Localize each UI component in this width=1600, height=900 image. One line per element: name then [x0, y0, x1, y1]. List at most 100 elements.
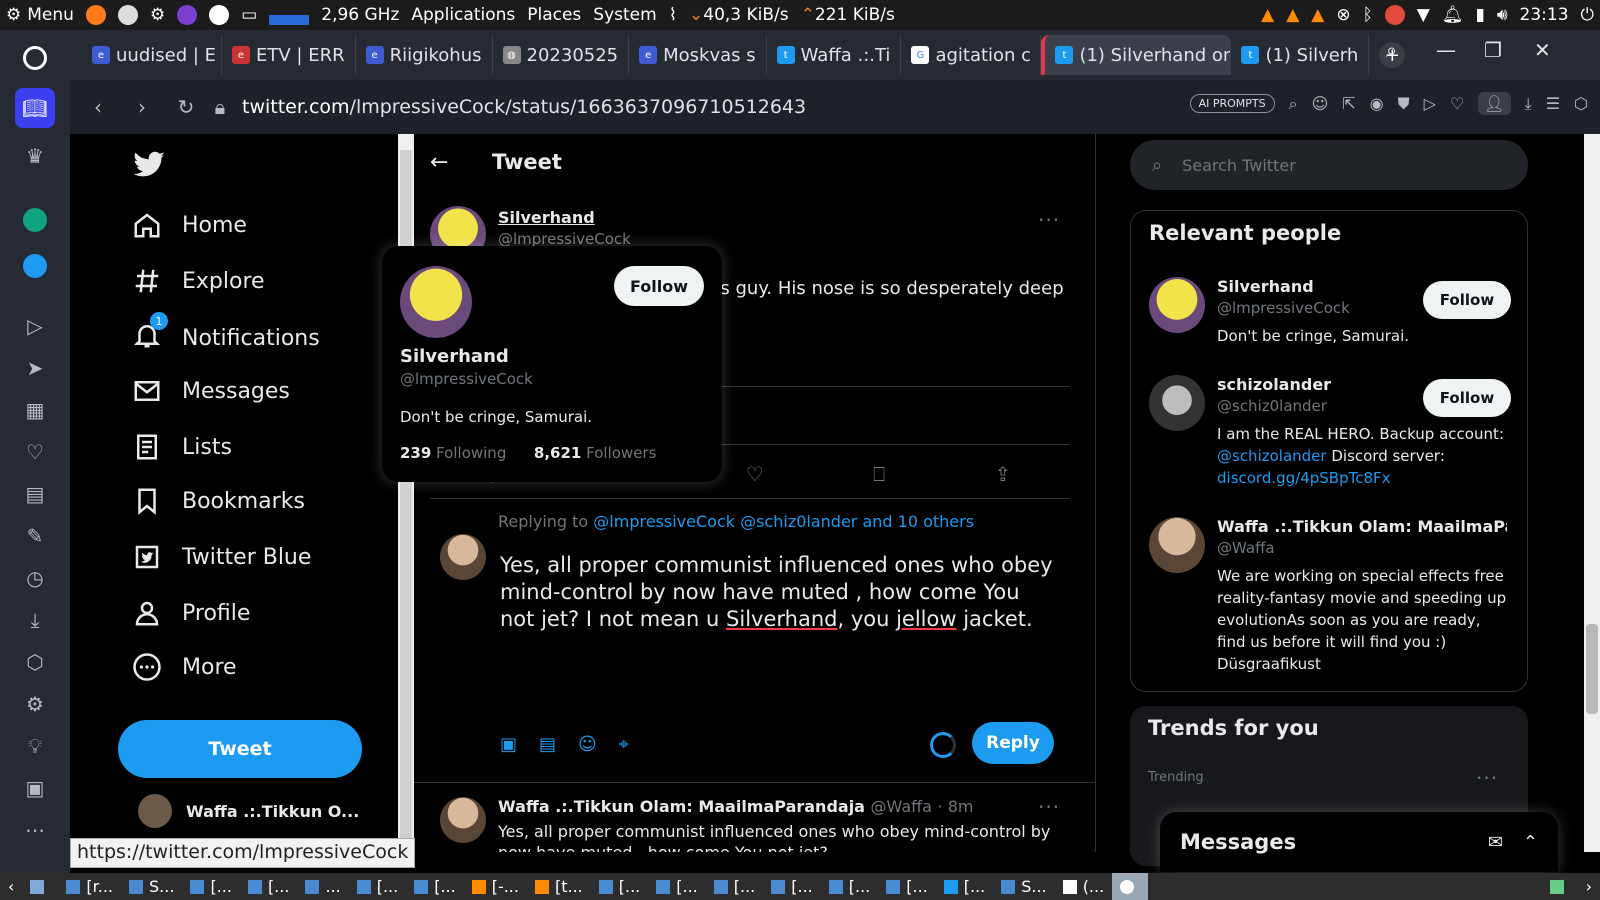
wifi-tray-icon[interactable]: ▼ [1411, 5, 1436, 25]
ai-prompts-button[interactable]: AI PROMPTS [1189, 94, 1275, 113]
vlc-icon-3[interactable]: ▲ [1305, 5, 1330, 25]
follow-button[interactable]: Follow [1423, 281, 1511, 319]
author-name[interactable]: Silverhand [498, 208, 595, 227]
taskbar-item[interactable]: [... [821, 877, 879, 896]
hovercard-avatar[interactable] [400, 266, 472, 338]
downloads-icon[interactable]: ⤓ [1525, 94, 1532, 114]
next-tweet-name[interactable]: Waffa .:.Tikkun Olam: MaailmaParandaja [498, 797, 865, 816]
download-icon[interactable]: ⤓ [15, 600, 55, 640]
tab-etv[interactable]: e ETV | ERR [222, 35, 356, 75]
hovercard-handle[interactable]: @lmpressiveCock [400, 370, 533, 388]
image-icon[interactable]: ▣ [500, 734, 517, 755]
nav-profile[interactable]: Profile [132, 598, 250, 628]
tab-silverhand-active[interactable]: t (1) Silverhand on [1041, 35, 1232, 75]
back-button[interactable]: ‹ [76, 95, 120, 119]
inkscape-launcher-icon[interactable] [112, 5, 144, 25]
person-card[interactable]: Waffa .:.Tikkun Olam: MaailmaPar... @Waf… [1149, 517, 1511, 677]
taskbar-tray-icon[interactable] [1542, 879, 1578, 894]
twitter-sidebar-icon[interactable] [15, 246, 55, 286]
opera-logo-icon[interactable] [15, 38, 55, 78]
vlc-icon-2[interactable]: ▲ [1280, 5, 1305, 25]
profile-icon[interactable]: 👤︎ [1478, 92, 1511, 115]
url-field[interactable]: twitter.com/lmpressiveCock/status/166363… [242, 96, 806, 118]
followers-link[interactable]: 8,621 Followers [534, 444, 657, 462]
scrollbar-thumb[interactable] [1586, 624, 1598, 714]
send-icon[interactable]: ➤ [15, 348, 55, 388]
tab-waffa[interactable]: t Waffa .:.Ti [767, 35, 902, 75]
camera-icon[interactable]: ◉ [1370, 94, 1384, 113]
taskbar-item[interactable]: S... [121, 877, 182, 896]
twitter-logo-icon[interactable] [132, 148, 166, 182]
tab-20230525[interactable]: ◍ 20230525 [493, 35, 630, 75]
taskbar-scroll-left[interactable]: ‹ [0, 877, 22, 896]
tweet-more-icon[interactable]: ··· [1038, 795, 1060, 819]
hovercard-name[interactable]: Silverhand [400, 346, 509, 367]
nav-explore[interactable]: Explore [132, 266, 265, 296]
tor-launcher-icon[interactable] [171, 5, 203, 25]
follow-button[interactable]: Follow [1423, 379, 1511, 417]
location-icon[interactable]: ⌖ [619, 734, 629, 755]
expand-chevron-icon[interactable]: ⌃ [1523, 832, 1538, 853]
column-scrollbar[interactable] [398, 134, 414, 852]
reply-textarea[interactable]: Yes, all proper communist influenced one… [500, 552, 1060, 633]
taskbar-item[interactable]: [... [706, 877, 764, 896]
next-tweet[interactable]: Waffa .:.Tikkun Olam: MaailmaParandaja @… [414, 782, 1095, 852]
like-icon[interactable]: ♡ [746, 462, 764, 486]
bluetooth-icon[interactable]: ᛒ [1357, 5, 1379, 25]
compose-tweet-button[interactable]: Tweet [118, 720, 362, 778]
edit-icon[interactable]: ✎ [15, 516, 55, 556]
volume-icon[interactable]: 🔊︎ [1491, 5, 1514, 25]
reply-button[interactable]: Reply [972, 722, 1054, 764]
share-icon[interactable]: ⇪ [994, 462, 1011, 486]
avatar[interactable] [1149, 517, 1205, 573]
taskbar-item-active[interactable] [1112, 873, 1149, 900]
cube-icon[interactable]: ⬡ [1574, 94, 1588, 113]
avatar[interactable] [440, 797, 486, 843]
taskbar-item[interactable]: [... [349, 877, 407, 896]
settings-icon[interactable]: ⚙ [15, 684, 55, 724]
taskbar-item[interactable]: [... [763, 877, 821, 896]
tab-riigikohus[interactable]: e Riigikohus [356, 35, 493, 75]
trend-more-icon[interactable]: ··· [1476, 766, 1498, 790]
power-icon[interactable]: ⏻ [1575, 5, 1600, 25]
system-menu[interactable]: System [587, 5, 662, 25]
taskbar-item[interactable]: ... [297, 877, 348, 896]
hovercard-follow-button[interactable]: Follow [614, 266, 704, 306]
tray-icon[interactable]: ⊗ [1330, 5, 1356, 25]
taskbar-item[interactable]: [... [406, 877, 464, 896]
taskbar-scroll-right[interactable]: › [1578, 877, 1600, 896]
back-arrow-icon[interactable]: ← [430, 150, 470, 175]
gif-icon[interactable]: ▤ [539, 734, 556, 755]
chatgpt-icon[interactable] [15, 200, 55, 240]
tab-moskvas[interactable]: e Moskvas s [629, 35, 767, 75]
easy-setup-icon[interactable]: ☰ [1546, 94, 1560, 113]
taskbar-item[interactable]: [... [936, 877, 994, 896]
settings-launcher-icon[interactable]: ⚙ [144, 5, 171, 25]
next-tweet-handle[interactable]: @Waffa [871, 797, 932, 816]
heart-icon[interactable]: ♡ [1450, 94, 1464, 113]
places-menu[interactable]: Places [521, 5, 587, 25]
lens-icon[interactable]: ⌕ [1289, 94, 1298, 114]
person-name[interactable]: Waffa .:.Tikkun Olam: MaailmaPar... [1217, 517, 1507, 536]
taskbar-item[interactable]: [t... [527, 877, 591, 896]
taskbar-item[interactable]: S... [993, 877, 1054, 896]
news-icon[interactable]: ▤ [15, 474, 55, 514]
person-card[interactable]: Silverhand @lmpressiveCock Don't be crin… [1149, 277, 1511, 357]
person-handle[interactable]: @lmpressiveCock [1217, 299, 1350, 317]
taskbar-item[interactable]: [-... [464, 877, 527, 896]
tweet-more-icon[interactable]: ··· [1038, 208, 1060, 232]
bio-link[interactable]: @schizolander [1217, 447, 1327, 465]
battery-icon[interactable]: ▮ [1469, 5, 1490, 25]
menu-button[interactable]: ⚙ Menu [0, 5, 80, 25]
taskbar-item[interactable]: [... [591, 877, 649, 896]
apps-grid-icon[interactable]: ▦ [15, 390, 55, 430]
heart-icon[interactable]: ♡ [15, 432, 55, 472]
extension-icon[interactable]: ▣ [15, 768, 55, 808]
bio-link[interactable]: discord.gg/4pSBpTc8Fx [1217, 469, 1391, 487]
tab-silverhand-2[interactable]: t (1) Silverh [1231, 35, 1370, 75]
following-link[interactable]: 239 Following [400, 444, 506, 462]
emoji-icon[interactable]: ☺ [1312, 94, 1329, 113]
taskbar-item[interactable]: [r... [58, 877, 121, 896]
crown-icon[interactable]: ♛ [15, 136, 55, 176]
notification-tray-icon[interactable]: 🔔︎ [1436, 5, 1470, 25]
